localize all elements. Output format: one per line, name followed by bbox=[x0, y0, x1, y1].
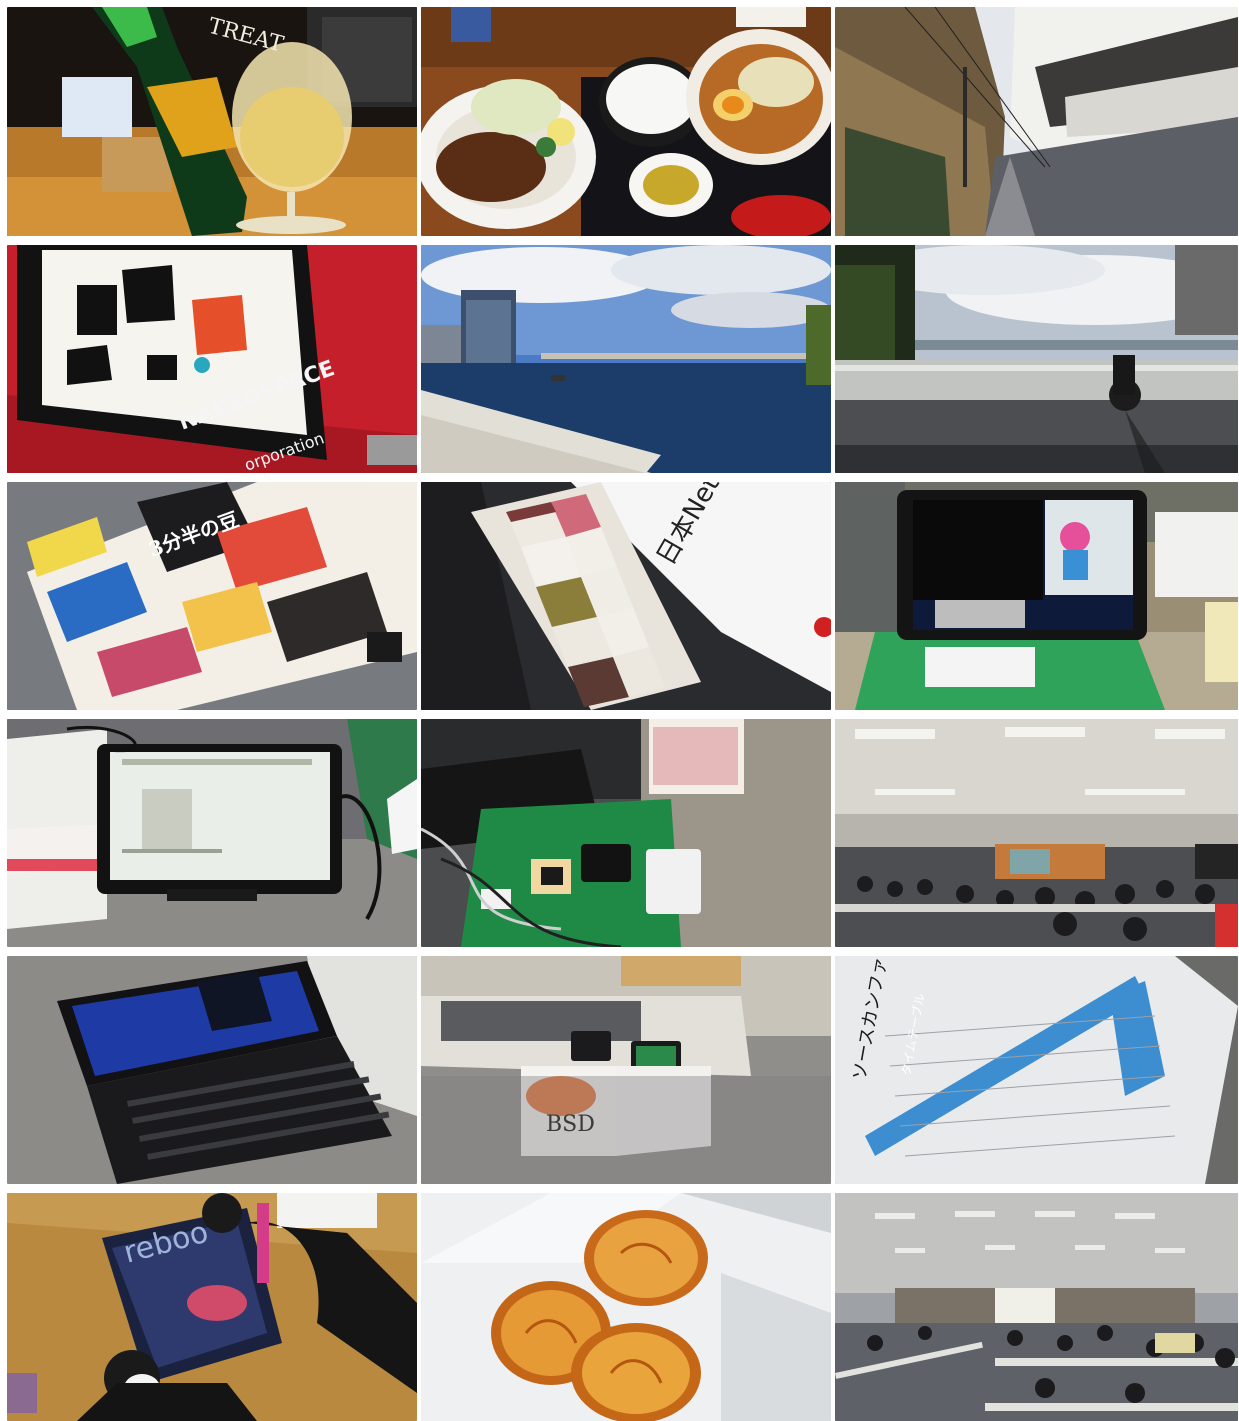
photo-gallery-grid: TREAT NAKEDSPACE orporation 3分半の豆 日本NetB… bbox=[0, 0, 1239, 1421]
photo-hall-wide[interactable] bbox=[835, 1193, 1238, 1421]
photo-small-monitor[interactable] bbox=[7, 719, 417, 947]
photo-sake-bottle-glass[interactable]: TREAT bbox=[7, 7, 417, 236]
photo-board-setup[interactable] bbox=[421, 719, 831, 947]
bsd-banner-text: BSD bbox=[546, 1112, 595, 1137]
photo-terminal-display[interactable] bbox=[835, 482, 1238, 710]
photo-bridge-scooter[interactable] bbox=[835, 245, 1238, 473]
photo-tablet-poster[interactable]: NAKEDSPACE orporation bbox=[7, 245, 417, 473]
photo-conference-hall[interactable] bbox=[835, 719, 1238, 947]
photo-event-flyer[interactable]: 3分半の豆 bbox=[7, 482, 417, 710]
photo-mini-laptop[interactable] bbox=[7, 956, 417, 1184]
photo-sweets-box[interactable]: 日本NetB bbox=[421, 482, 831, 710]
photo-poster-people[interactable]: reboo bbox=[7, 1193, 417, 1421]
photo-old-street[interactable] bbox=[835, 7, 1238, 236]
photo-timetable-sheet[interactable]: ソースカンファレンス 202 タイムテーブル bbox=[835, 956, 1238, 1184]
photo-pancakes-box[interactable] bbox=[421, 1193, 831, 1421]
photo-river-bridge-wide[interactable] bbox=[421, 245, 831, 473]
photo-booth-table[interactable]: BSD bbox=[421, 956, 831, 1184]
photo-meal-set[interactable] bbox=[421, 7, 831, 236]
